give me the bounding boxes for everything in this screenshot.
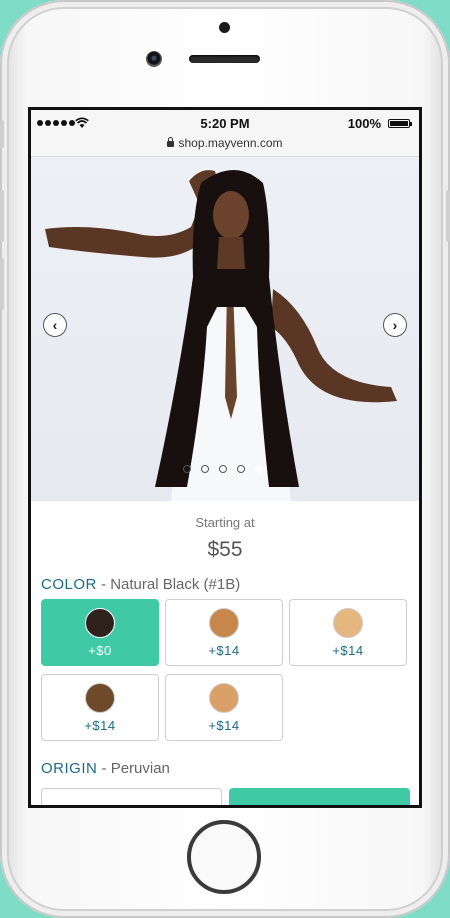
url-bar[interactable]: shop.mayvenn.com (31, 136, 419, 150)
volume-up-button (0, 190, 4, 242)
origin-option-button-selected[interactable] (229, 788, 410, 805)
swatch-price: +$14 (84, 717, 116, 733)
home-button[interactable] (187, 820, 261, 894)
chevron-left-icon: ‹ (52, 317, 58, 333)
color-swatch-button[interactable]: +$14 (165, 674, 283, 741)
color-option-label: COLOR (41, 576, 97, 593)
carousel-prev-button[interactable]: ‹ (43, 313, 67, 337)
color-swatch-button[interactable]: +$14 (165, 599, 283, 666)
phone-frame: 5:20 PM 100% shop.mayvenn.com ‹ › Starti… (0, 0, 450, 918)
url-text: shop.mayvenn.com (178, 136, 283, 150)
volume-down-button (0, 258, 4, 310)
origin-option-separator: - (97, 760, 111, 777)
chevron-right-icon: › (392, 317, 398, 333)
swatch-price: +$0 (88, 642, 112, 658)
proximity-sensor (219, 22, 230, 33)
color-chip (333, 607, 363, 638)
color-swatch-button[interactable]: +$14 (289, 599, 407, 666)
mute-switch (0, 120, 4, 148)
carousel-dot[interactable] (219, 465, 227, 473)
color-chip (85, 682, 115, 713)
carousel-dot[interactable] (237, 465, 245, 473)
carousel-dot[interactable] (183, 465, 191, 473)
carousel-next-button[interactable]: › (383, 313, 407, 337)
product-price: $55 (207, 538, 243, 561)
lock-icon (167, 137, 175, 147)
color-option-heading: COLOR - Natural Black (#1B) (41, 576, 419, 593)
color-chip (209, 607, 239, 638)
product-image-carousel[interactable]: ‹ › (31, 157, 419, 501)
color-swatch-button[interactable]: +$14 (41, 674, 159, 741)
front-camera (146, 51, 162, 67)
color-swatch-grid: +$0 +$14 +$14 +$14 +$14 (41, 599, 419, 741)
battery-icon (388, 119, 412, 128)
color-option-value: Natural Black (#1B) (110, 576, 241, 593)
color-chip (209, 682, 239, 713)
swatch-price: +$14 (208, 642, 240, 658)
screen: 5:20 PM 100% shop.mayvenn.com ‹ › Starti… (28, 107, 422, 808)
origin-option-button[interactable] (41, 788, 222, 805)
status-bar: 5:20 PM 100% shop.mayvenn.com (31, 110, 419, 157)
origin-option-heading: ORIGIN - Peruvian (41, 760, 419, 777)
color-option-separator: - (96, 576, 111, 593)
power-button (446, 190, 450, 242)
carousel-dot[interactable] (255, 465, 263, 473)
earpiece-speaker (189, 55, 260, 63)
swatch-price: +$14 (208, 717, 240, 733)
battery-percent: 100% (347, 116, 381, 131)
origin-option-label: ORIGIN (41, 760, 98, 777)
color-swatch-button[interactable]: +$0 (41, 599, 159, 666)
origin-option-value: Peruvian (110, 760, 170, 777)
display: 5:20 PM 100% shop.mayvenn.com ‹ › Starti… (31, 110, 419, 805)
product-photo (45, 170, 397, 501)
carousel-dot[interactable] (201, 465, 209, 473)
starting-at-label: Starting at (195, 515, 255, 530)
swatch-price: +$14 (332, 642, 364, 658)
color-chip (85, 607, 115, 638)
origin-options (41, 788, 419, 805)
carousel-indicator (183, 465, 263, 473)
